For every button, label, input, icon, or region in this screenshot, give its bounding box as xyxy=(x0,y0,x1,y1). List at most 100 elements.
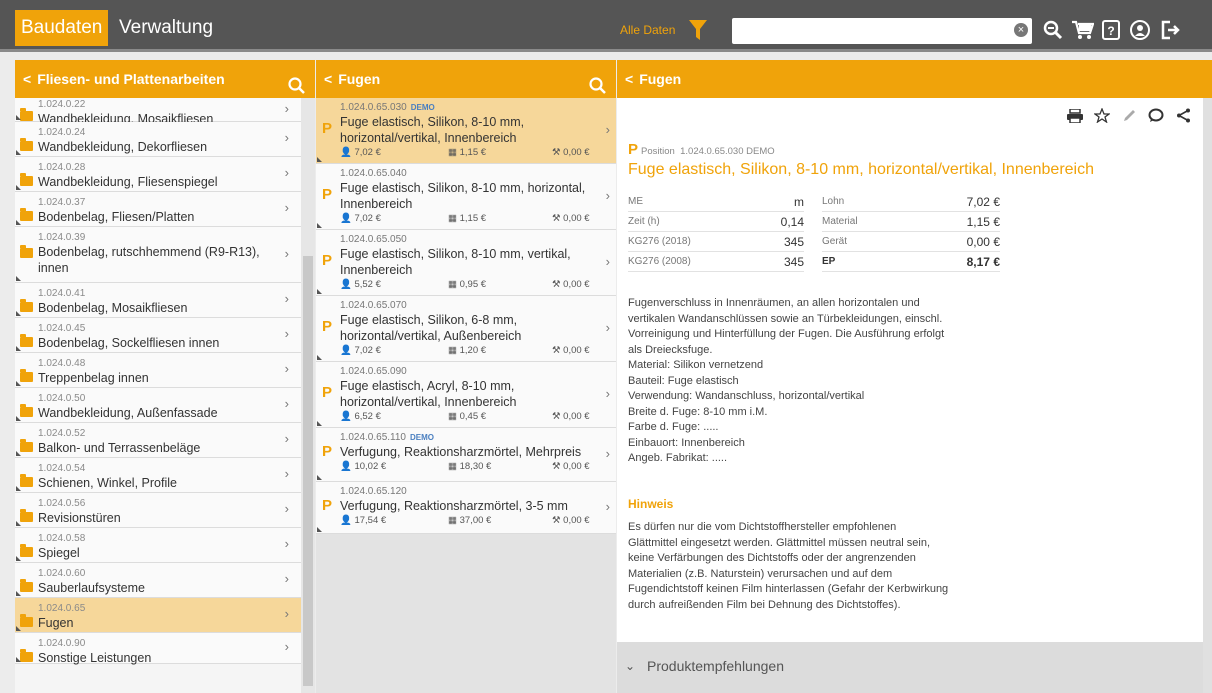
position-list-item[interactable]: P 1.024.0.65.040 Fuge elastisch, Silikon, … xyxy=(316,164,616,230)
produktempfehlungen-label[interactable]: Produktempfehlungen xyxy=(647,658,784,674)
position-list-item[interactable]: P 1.024.0.65.110 DEMO Verfugung, Reaktionsh… xyxy=(316,428,616,482)
chevron-right-icon[interactable]: › xyxy=(606,499,610,514)
back-chevron-icon[interactable]: < xyxy=(23,60,31,98)
chevron-right-icon[interactable]: › xyxy=(285,165,289,180)
back-chevron-icon[interactable]: < xyxy=(625,60,633,98)
table-divider xyxy=(822,211,1000,212)
list-item[interactable]: 1.024.0.22 Wandbekleidung, Mosaikfliesen › xyxy=(15,98,301,126)
expand-corner-icon[interactable] xyxy=(317,421,322,426)
scrollbar-thumb[interactable] xyxy=(303,256,313,686)
back-chevron-icon[interactable]: < xyxy=(324,60,332,98)
chevron-right-icon[interactable]: › xyxy=(285,326,289,341)
list-item[interactable]: 1.024.0.90 Sonstige Leistungen › xyxy=(15,633,301,665)
expand-corner-icon[interactable] xyxy=(16,115,21,120)
list-item[interactable]: 1.024.0.24 Wandbekleidung, Dekorfliesen › xyxy=(15,122,301,157)
logout-icon[interactable] xyxy=(1160,20,1180,45)
star-icon[interactable] xyxy=(1093,107,1112,128)
expand-corner-icon[interactable] xyxy=(317,355,322,360)
expand-corner-icon[interactable] xyxy=(16,220,21,225)
filter-icon[interactable] xyxy=(689,20,707,45)
list-item[interactable]: 1.024.0.58 Spiegel › xyxy=(15,528,301,563)
expand-corner-icon[interactable] xyxy=(16,381,21,386)
item-code: 1.024.0.41 xyxy=(38,288,86,299)
list-item[interactable]: 1.024.0.48 Treppenbelag innen › xyxy=(15,353,301,388)
chevron-down-icon[interactable]: ⌄ xyxy=(625,659,635,673)
chevron-right-icon[interactable]: › xyxy=(606,254,610,269)
chevron-right-icon[interactable]: › xyxy=(285,361,289,376)
chevron-right-icon[interactable]: › xyxy=(285,431,289,446)
chevron-right-icon[interactable]: › xyxy=(285,606,289,621)
chevron-right-icon[interactable]: › xyxy=(285,396,289,411)
list-item[interactable]: 1.024.0.56 Revisionstüren › xyxy=(15,493,301,528)
expand-corner-icon[interactable] xyxy=(317,157,322,162)
search-input[interactable] xyxy=(732,18,1032,44)
tab-baudaten[interactable]: Baudaten xyxy=(15,10,109,46)
produktempfehlungen-section[interactable]: ⌄ Produktempfehlungen xyxy=(617,642,1203,693)
expand-corner-icon[interactable] xyxy=(16,657,21,662)
chevron-right-icon[interactable]: › xyxy=(285,130,289,145)
list-item[interactable]: 1.024.0.65 Fugen › xyxy=(15,598,301,633)
chevron-right-icon[interactable]: › xyxy=(606,386,610,401)
expand-corner-icon[interactable] xyxy=(16,185,21,190)
expand-corner-icon[interactable] xyxy=(16,346,21,351)
expand-corner-icon[interactable] xyxy=(317,223,322,228)
chevron-right-icon[interactable]: › xyxy=(606,446,610,461)
chevron-right-icon[interactable]: › xyxy=(285,639,289,654)
position-list-item[interactable]: P 1.024.0.65.070 Fuge elastisch, Silikon, … xyxy=(316,296,616,362)
material-icon: ▦ xyxy=(448,515,460,526)
position-list-item[interactable]: P 1.024.0.65.030 DEMO Fuge elastisch, Silik… xyxy=(316,98,616,164)
clear-search-icon[interactable]: × xyxy=(1014,23,1028,37)
expand-corner-icon[interactable] xyxy=(317,289,322,294)
list-item[interactable]: 1.024.0.39 Bodenbelag, rutschhemmend (R9-… xyxy=(15,227,301,283)
tab-verwaltung[interactable]: Verwaltung xyxy=(113,10,219,46)
expand-corner-icon[interactable] xyxy=(16,276,21,281)
position-list-item[interactable]: P 1.024.0.65.090 Fuge elastisch, Acryl, 8-… xyxy=(316,362,616,428)
list-item[interactable]: 1.024.0.60 Sauberlaufsysteme › xyxy=(15,563,301,598)
chevron-right-icon[interactable]: › xyxy=(285,571,289,586)
search-zoom-icon[interactable] xyxy=(1043,20,1063,45)
list-item[interactable]: 1.024.0.45 Bodenbelag, Sockelfliesen inne… xyxy=(15,318,301,353)
user-icon[interactable] xyxy=(1130,20,1150,45)
chevron-right-icon[interactable]: › xyxy=(606,320,610,335)
expand-corner-icon[interactable] xyxy=(16,311,21,316)
detail-scrollbar[interactable] xyxy=(1203,98,1212,693)
expand-corner-icon[interactable] xyxy=(16,416,21,421)
chevron-right-icon[interactable]: › xyxy=(285,291,289,306)
chevron-right-icon[interactable]: › xyxy=(285,536,289,551)
expand-corner-icon[interactable] xyxy=(16,591,21,596)
edit-icon[interactable] xyxy=(1122,108,1137,128)
share-icon[interactable] xyxy=(1176,108,1191,128)
chevron-right-icon[interactable]: › xyxy=(285,101,289,116)
list-item[interactable]: 1.024.0.52 Balkon- und Terrassenbeläge › xyxy=(15,423,301,458)
filter-label[interactable]: Alle Daten xyxy=(620,23,675,37)
expand-corner-icon[interactable] xyxy=(317,527,322,532)
expand-corner-icon[interactable] xyxy=(16,521,21,526)
expand-corner-icon[interactable] xyxy=(317,475,322,480)
chevron-right-icon[interactable]: › xyxy=(285,501,289,516)
expand-corner-icon[interactable] xyxy=(16,486,21,491)
chevron-right-icon[interactable]: › xyxy=(606,188,610,203)
list-item[interactable]: 1.024.0.50 Wandbekleidung, Außenfassade › xyxy=(15,388,301,423)
chevron-right-icon[interactable]: › xyxy=(285,466,289,481)
description-line: Vorreinigung und Hinterfüllung der Fugen… xyxy=(628,328,945,340)
cart-icon[interactable] xyxy=(1072,20,1095,45)
position-list-item[interactable]: P 1.024.0.65.050 Fuge elastisch, Silikon, … xyxy=(316,230,616,296)
print-icon[interactable] xyxy=(1067,108,1083,128)
expand-corner-icon[interactable] xyxy=(16,626,21,631)
expand-corner-icon[interactable] xyxy=(16,556,21,561)
help-icon[interactable]: ? xyxy=(1102,20,1120,45)
expand-corner-icon[interactable] xyxy=(16,150,21,155)
comment-icon[interactable] xyxy=(1148,108,1164,128)
demo-badge: DEMO xyxy=(410,103,435,112)
left-scrollbar[interactable] xyxy=(301,98,315,693)
expand-corner-icon[interactable] xyxy=(16,451,21,456)
list-item[interactable]: 1.024.0.41 Bodenbelag, Mosaikfliesen › xyxy=(15,283,301,318)
chevron-right-icon[interactable]: › xyxy=(285,246,289,261)
position-title: Fuge elastisch, Silikon, 8-10 mm, vertik… xyxy=(340,247,571,277)
chevron-right-icon[interactable]: › xyxy=(285,200,289,215)
list-item[interactable]: 1.024.0.54 Schienen, Winkel, Profile › xyxy=(15,458,301,493)
chevron-right-icon[interactable]: › xyxy=(606,122,610,137)
position-list-item[interactable]: P 1.024.0.65.120 Verfugung, Reaktionsharzm… xyxy=(316,482,616,534)
list-item[interactable]: 1.024.0.37 Bodenbelag, Fliesen/Platten › xyxy=(15,192,301,227)
list-item[interactable]: 1.024.0.28 Wandbekleidung, Fliesenspiegel… xyxy=(15,157,301,192)
